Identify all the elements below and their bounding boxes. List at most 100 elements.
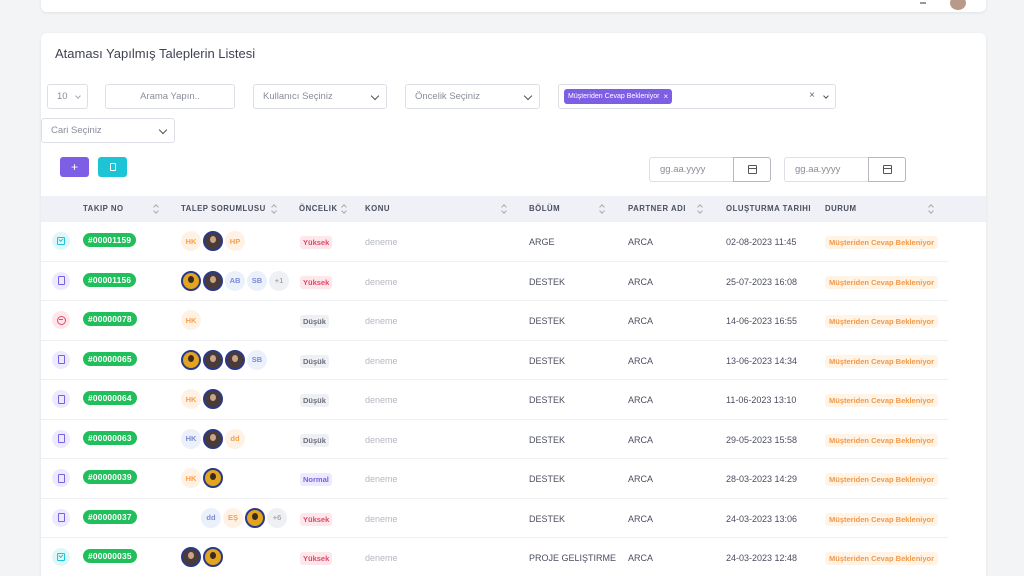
assignee-initials[interactable]: HK — [181, 310, 201, 330]
sort-icon[interactable] — [928, 204, 934, 214]
table-row[interactable]: #00000035 Yüksek deneme PROJE GELIŞTIRME ARC… — [41, 538, 948, 576]
sort-icon[interactable] — [271, 204, 277, 214]
assignee-list: HK dd — [181, 428, 245, 449]
search-input[interactable]: Arama Yapın.. — [105, 84, 235, 109]
header-takip-no[interactable]: TAKIP NO — [83, 196, 124, 222]
user-select[interactable]: Kullanıcı Seçiniz — [253, 84, 387, 109]
row-action-button[interactable] — [52, 350, 70, 369]
department-text: DESTEK — [529, 434, 566, 445]
table-row[interactable]: #00000065 SB Düşük deneme DESTEK ARCA 13-06-20… — [41, 341, 948, 380]
assignee-initials[interactable]: HK — [181, 389, 201, 409]
header-sorumlu[interactable]: TALEP SORUMLUSU — [181, 196, 266, 222]
header-konu[interactable]: KONU — [365, 196, 390, 222]
date-end-input[interactable]: gg.aa.yyyy — [784, 157, 868, 182]
ticket-number[interactable]: #00000039 — [83, 470, 137, 484]
assignee-initials[interactable]: HK — [181, 231, 201, 251]
ticket-number[interactable]: #00000064 — [83, 391, 137, 405]
department-text: DESTEK — [529, 316, 566, 326]
sort-icon[interactable] — [599, 204, 605, 214]
assignee-initials[interactable]: HK — [181, 428, 201, 449]
header-oncelik[interactable]: ÖNCELIK — [299, 196, 338, 222]
priority-select[interactable]: Öncelik Seçiniz — [405, 84, 540, 109]
header-durum[interactable]: DURUM — [825, 196, 857, 222]
more-assignees-badge[interactable]: +1 — [269, 270, 289, 291]
assignee-initials[interactable]: HK — [181, 468, 201, 488]
table-row[interactable]: #00000037 dd EŞ +6 Yüksek deneme DESTEK ARCA 24-… — [41, 499, 948, 538]
clear-icon[interactable]: × — [809, 90, 815, 101]
assignee-initials[interactable]: AB — [225, 270, 245, 291]
row-action-button[interactable] — [52, 232, 70, 250]
date-end-button[interactable] — [868, 157, 906, 182]
priority-badge: Yüksek — [300, 275, 333, 289]
assignee-avatar[interactable] — [203, 428, 223, 449]
partner-text: ARCA — [628, 395, 654, 405]
row-action-button[interactable] — [52, 311, 70, 329]
document-icon — [57, 434, 65, 443]
tag-remove-icon[interactable]: × — [663, 92, 668, 101]
ticket-number[interactable]: #00001159 — [83, 233, 137, 247]
partner-text: ARCA — [628, 276, 654, 287]
assignee-avatar[interactable] — [181, 547, 201, 567]
assignee-avatar[interactable] — [203, 270, 223, 291]
assignee-avatar[interactable] — [225, 349, 245, 370]
assignee-avatar[interactable] — [181, 349, 201, 370]
sort-icon[interactable] — [697, 204, 703, 214]
ticket-number[interactable]: #00000078 — [83, 312, 137, 326]
assignee-initials[interactable]: SB — [247, 349, 267, 370]
assignee-avatar[interactable] — [245, 507, 265, 528]
row-action-button[interactable] — [52, 271, 70, 290]
assignee-avatar[interactable] — [203, 468, 223, 488]
account-select[interactable]: Cari Seçiniz — [41, 118, 175, 143]
status-select[interactable]: Müşteriden Cevap Bekleniyor × × — [558, 84, 836, 109]
date-start-button[interactable] — [733, 157, 771, 182]
date-start-input[interactable]: gg.aa.yyyy — [649, 157, 733, 182]
header-bolum[interactable]: BÖLÜM — [529, 196, 560, 222]
row-action-button[interactable] — [52, 429, 70, 448]
table-row[interactable]: #00001159 HK HP Yüksek deneme ARGE ARCA 02-08-2… — [41, 222, 948, 262]
date-end-group: gg.aa.yyyy — [784, 157, 906, 182]
assignee-avatar[interactable] — [181, 270, 201, 291]
ticket-number[interactable]: #00000063 — [83, 430, 137, 445]
created-date-text: 02-08-2023 11:45 — [726, 237, 797, 247]
sort-icon[interactable] — [153, 204, 159, 214]
export-button[interactable] — [98, 157, 127, 177]
user-avatar[interactable] — [950, 0, 966, 10]
assignee-initials[interactable]: EŞ — [223, 507, 243, 528]
priority-badge: Yüksek — [300, 552, 333, 565]
partner-text: ARCA — [628, 237, 654, 247]
ticket-number[interactable]: #00000035 — [83, 549, 137, 563]
table-row[interactable]: #00000078 HK Düşük deneme DESTEK ARCA 14-06-20… — [41, 301, 948, 341]
table-row[interactable]: #00000064 HK Düşük deneme DESTEK ARCA 11-06-20… — [41, 380, 948, 420]
assignee-initials[interactable]: dd — [201, 507, 221, 528]
ticket-number[interactable]: #00001156 — [83, 272, 137, 287]
table-row[interactable]: #00001156 AB SB +1 Yüksek deneme DESTEK ARCA 25-… — [41, 262, 948, 301]
assignee-initials[interactable]: SB — [247, 270, 267, 291]
row-action-button[interactable] — [52, 548, 70, 566]
assignee-initials[interactable]: HP — [225, 231, 245, 251]
header-tarih[interactable]: OLUŞTURMA TARIHI — [726, 196, 811, 222]
more-assignees-badge[interactable]: +6 — [267, 507, 287, 528]
created-date-text: 29-05-2023 15:58 — [726, 434, 798, 445]
sort-icon[interactable] — [501, 204, 507, 214]
department-text: DESTEK — [529, 355, 566, 366]
assignee-avatar[interactable] — [203, 389, 223, 409]
table-row[interactable]: #00000063 HK dd Düşük deneme DESTEK ARCA 29-05-… — [41, 420, 948, 459]
row-action-button[interactable] — [52, 508, 70, 527]
assignee-initials[interactable]: dd — [225, 428, 245, 449]
row-action-button[interactable] — [52, 390, 70, 408]
assignee-avatar[interactable] — [203, 349, 223, 370]
calendar-icon — [882, 165, 892, 174]
row-action-button[interactable] — [52, 469, 70, 487]
assignee-list — [181, 547, 223, 567]
sort-icon[interactable] — [341, 204, 347, 214]
ticket-number[interactable]: #00000065 — [83, 351, 137, 366]
priority-badge: Düşük — [300, 354, 329, 368]
assignee-avatar[interactable] — [203, 231, 223, 251]
assignee-avatar[interactable] — [203, 547, 223, 567]
table-row[interactable]: #00000039 HK Normal deneme DESTEK ARCA 28-03-2… — [41, 459, 948, 499]
page-size-select[interactable]: 10 — [47, 84, 88, 109]
add-button[interactable]: + — [60, 157, 89, 177]
header-partner[interactable]: PARTNER ADI — [628, 196, 686, 222]
subject-text: deneme — [365, 553, 398, 563]
ticket-number[interactable]: #00000037 — [83, 509, 137, 524]
